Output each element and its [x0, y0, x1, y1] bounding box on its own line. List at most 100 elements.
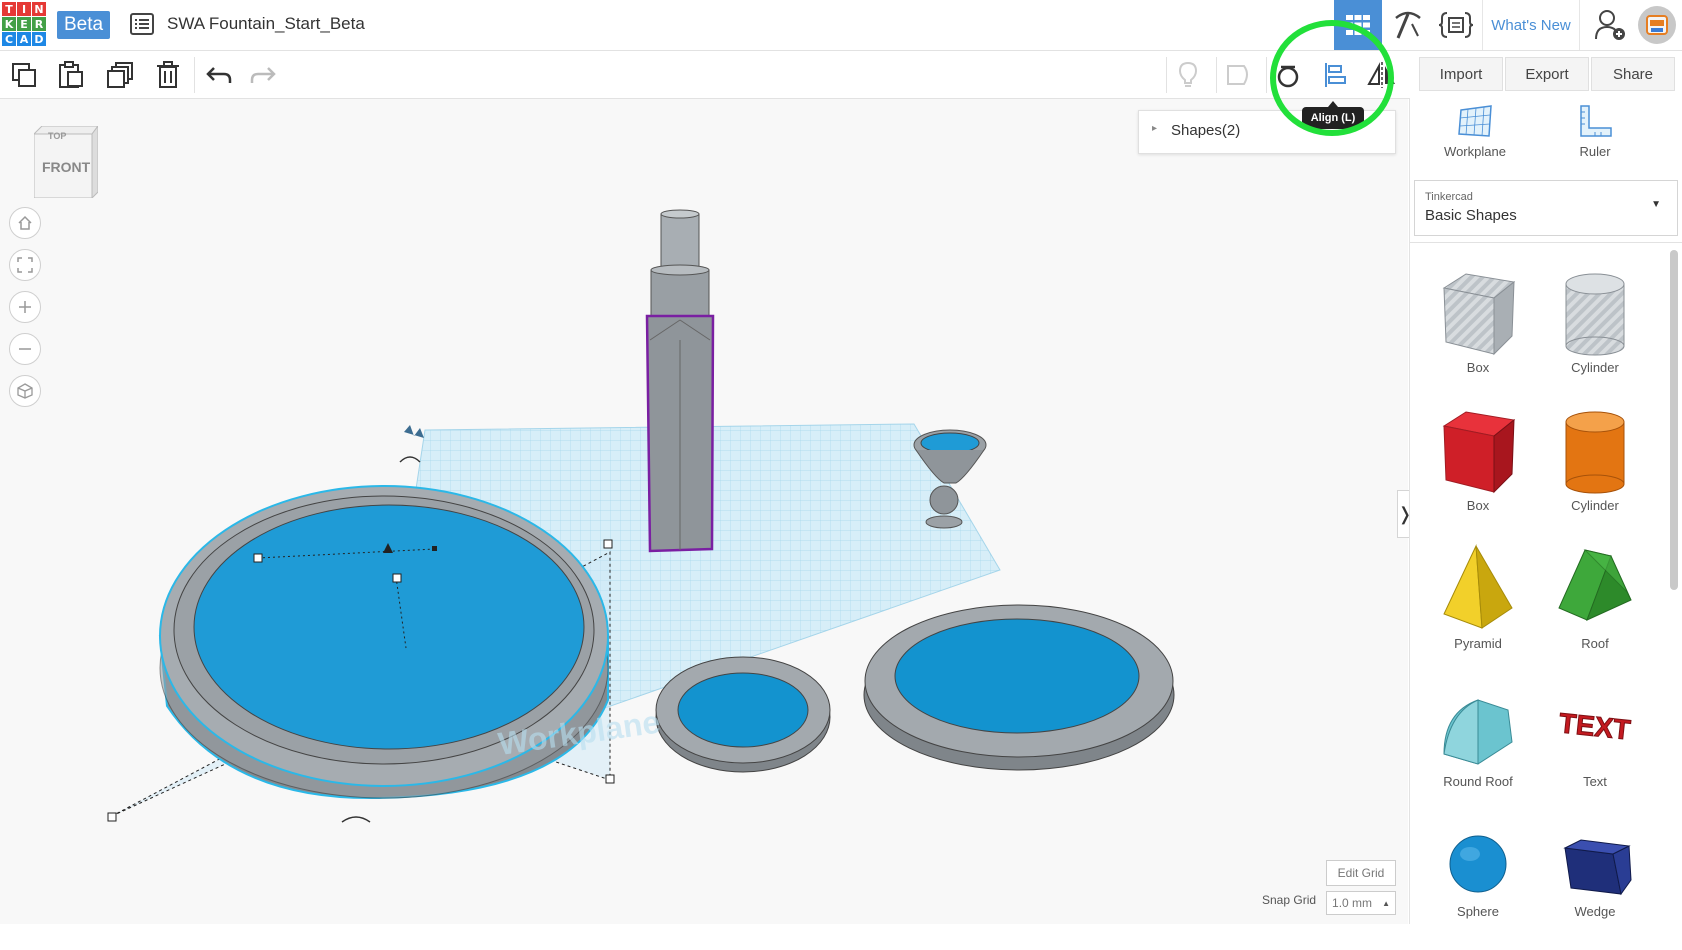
shape-label: Box	[1466, 498, 1490, 513]
delete-icon[interactable]	[152, 59, 184, 91]
workplane-icon	[1458, 105, 1492, 137]
shape-label: Text	[1583, 774, 1607, 789]
home-icon	[18, 215, 32, 230]
expand-icon[interactable]: ▸	[1152, 123, 1157, 134]
shape-round-roof[interactable]: Round Roof	[1423, 682, 1533, 812]
snap-grid-value: 1.0 mm	[1332, 896, 1373, 910]
box-hole-icon	[1442, 273, 1516, 356]
fit-view-button[interactable]	[9, 249, 41, 281]
ruler-label: Ruler	[1579, 144, 1611, 159]
ruler-tool[interactable]: Ruler	[1550, 104, 1640, 174]
shape-cylinder[interactable]: Cylinder	[1540, 406, 1650, 536]
large-basin-object[interactable]	[863, 604, 1175, 771]
shape-label: Wedge	[1574, 904, 1616, 919]
light-bulb-icon[interactable]	[1172, 59, 1204, 91]
chevron-down-icon: ▼	[1651, 199, 1661, 210]
shape-text[interactable]: TEXT Text	[1540, 682, 1650, 812]
shape-sphere[interactable]: Sphere	[1423, 820, 1533, 950]
selected-basin-object[interactable]	[107, 485, 615, 822]
svg-text:TEXT: TEXT	[1558, 707, 1632, 745]
redo-icon[interactable]	[247, 59, 279, 91]
snap-grid-label: Snap Grid	[1262, 893, 1317, 907]
whats-new-link[interactable]: What's New	[1482, 0, 1580, 50]
logo-letter: C	[2, 32, 16, 46]
toolbar-divider	[1216, 57, 1217, 93]
shape-roof[interactable]: Roof	[1540, 544, 1650, 674]
tower-object[interactable]	[645, 209, 715, 553]
workplane-label: Workplane	[1444, 144, 1506, 159]
design-list-icon[interactable]	[130, 13, 154, 35]
beta-badge[interactable]: Beta	[57, 11, 110, 39]
toolbar-divider	[1266, 57, 1267, 93]
shape-pyramid[interactable]: Pyramid	[1423, 544, 1533, 674]
undo-icon[interactable]	[203, 59, 235, 91]
box-icon	[1442, 411, 1516, 494]
workplane-tool[interactable]: Workplane	[1430, 104, 1520, 174]
import-button[interactable]: Import	[1419, 57, 1503, 91]
shape-label: Pyramid	[1454, 636, 1502, 651]
design-title[interactable]: SWA Fountain_Start_Beta	[167, 14, 365, 34]
view-cube[interactable]: TOP FRONT	[32, 124, 99, 200]
viewcube-front-label: FRONT	[42, 159, 91, 175]
code-blocks-icon[interactable]	[1432, 0, 1480, 50]
shape-label: Sphere	[1457, 904, 1499, 919]
logo-letter: T	[2, 2, 16, 16]
roof-icon	[1558, 549, 1632, 621]
shape-box[interactable]: Box	[1423, 406, 1533, 536]
wedge-icon	[1563, 839, 1632, 896]
round-roof-icon	[1443, 699, 1513, 765]
toolbar-divider	[1166, 57, 1167, 93]
add-user-icon[interactable]	[1588, 0, 1632, 50]
logo-letter: K	[2, 17, 16, 31]
tinkercad-logo[interactable]: T I N K E R C A D	[2, 2, 46, 46]
fit-view-icon	[17, 257, 33, 273]
zoom-in-button[interactable]	[9, 291, 41, 323]
shape-label: Box	[1466, 360, 1490, 375]
small-basin-object[interactable]	[655, 656, 831, 773]
export-button[interactable]: Export	[1505, 57, 1589, 91]
shape-label: Cylinder	[1571, 498, 1619, 513]
library-value: Basic Shapes	[1425, 207, 1517, 224]
pickaxe-icon[interactable]	[1384, 0, 1432, 50]
home-view-button[interactable]	[9, 207, 41, 239]
minus-icon	[19, 348, 31, 350]
3d-viewport[interactable]: Workplane TOP FRONT	[0, 99, 1408, 924]
logo-letter: N	[32, 2, 46, 16]
annotation-circle	[1270, 20, 1394, 136]
pyramid-icon	[1443, 544, 1513, 629]
paste-icon[interactable]	[55, 59, 87, 91]
shape-wedge[interactable]: Wedge	[1540, 820, 1650, 950]
edit-grid-button[interactable]: Edit Grid	[1326, 860, 1396, 886]
shape-cylinder-hole[interactable]: Cylinder	[1540, 268, 1650, 398]
snap-grid-select[interactable]: 1.0 mm ▲	[1326, 891, 1396, 915]
toolbar-divider	[194, 57, 195, 93]
chevron-up-icon: ▲	[1382, 898, 1390, 908]
library-caption: Tinkercad	[1425, 191, 1473, 203]
panel-divider	[1410, 242, 1682, 243]
cylinder-hole-icon	[1565, 273, 1625, 356]
zoom-out-button[interactable]	[9, 333, 41, 365]
duplicate-icon[interactable]	[104, 59, 136, 91]
shape-label: Cylinder	[1571, 360, 1619, 375]
shape-library-select[interactable]: Tinkercad Basic Shapes ▼	[1414, 180, 1678, 236]
hole-icon[interactable]	[1222, 59, 1254, 91]
viewcube-top-label: TOP	[48, 131, 67, 141]
logo-letter: R	[32, 17, 46, 31]
sphere-icon	[1449, 835, 1507, 893]
logo-letter: I	[17, 2, 31, 16]
perspective-button[interactable]	[9, 375, 41, 407]
panel-scrollbar[interactable]	[1670, 250, 1678, 590]
top-bar: T I N K E R C A D Beta SWA Fountain_Star…	[0, 0, 1682, 51]
shape-box-hole[interactable]: Box	[1423, 268, 1533, 398]
ruler-icon	[1580, 105, 1612, 137]
logo-letter: A	[17, 32, 31, 46]
avatar[interactable]	[1634, 0, 1680, 50]
share-button[interactable]: Share	[1591, 57, 1675, 91]
plus-icon	[19, 301, 31, 313]
copy-icon[interactable]	[8, 59, 40, 91]
shape-label: Round Roof	[1443, 774, 1513, 789]
logo-letter: D	[32, 32, 46, 46]
cube-icon	[17, 383, 33, 399]
scene-canvas[interactable]: Workplane	[0, 99, 1408, 924]
cylinder-icon	[1565, 411, 1625, 494]
